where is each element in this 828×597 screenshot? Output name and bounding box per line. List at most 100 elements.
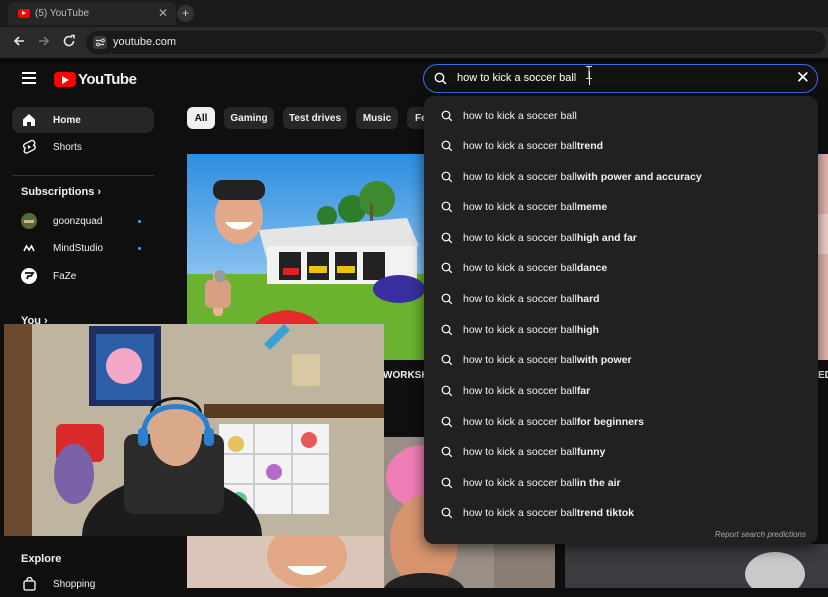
chevron-right-icon: › <box>97 186 102 198</box>
video-title-fragment[interactable]: WORKSH <box>383 370 429 381</box>
suggestion-typed: how to kick a soccer ball <box>463 385 577 397</box>
sidebar-item-label: Shorts <box>53 141 82 153</box>
explore-label: Explore <box>21 553 62 565</box>
sidebar-item-home[interactable]: Home <box>12 107 154 133</box>
subscriptions-heading[interactable]: Subscriptions › <box>21 186 101 198</box>
suggestion-typed: how to kick a soccer ball <box>463 201 577 213</box>
suggestion-completion: with power <box>576 354 632 366</box>
explore-heading: Explore <box>21 553 61 565</box>
chip-test-drives[interactable]: Test drives <box>283 107 347 129</box>
sidebar-item-shopping[interactable]: Shopping <box>12 571 154 597</box>
logo-text: YouTube <box>78 71 137 88</box>
suggestion-typed: how to kick a soccer ball <box>463 354 577 366</box>
video-thumbnail-right[interactable] <box>818 154 828 360</box>
report-search-predictions-link[interactable]: Report search predictions <box>715 530 806 539</box>
search-icon <box>441 477 453 489</box>
video-thumbnail-bottom-right[interactable] <box>565 544 828 588</box>
suggestion-typed: how to kick a soccer ball <box>463 110 577 122</box>
reload-icon[interactable] <box>62 34 76 48</box>
suggestion-typed: how to kick a soccer ball <box>463 324 577 336</box>
suggestion-typed: how to kick a soccer ball <box>463 262 577 274</box>
search-icon <box>441 171 453 183</box>
forward-arrow-icon[interactable] <box>37 34 51 48</box>
browser-tab[interactable]: (5) YouTube ✕ <box>8 2 176 25</box>
sidebar-divider <box>12 175 154 176</box>
subscription-label: MindStudio <box>53 242 104 254</box>
suggestion-typed: how to kick a soccer ball <box>463 293 577 305</box>
search-suggestion[interactable]: how to kick a soccer ball high and far <box>424 223 818 253</box>
suggestion-completion: meme <box>576 201 608 213</box>
search-icon <box>441 201 453 213</box>
chip-all[interactable]: All <box>187 107 215 129</box>
ibeam-cursor-icon <box>586 66 592 79</box>
search-suggestion[interactable]: how to kick a soccer ball dance <box>424 253 818 283</box>
subscription-label: goonzquad <box>53 215 103 227</box>
search-suggestion[interactable]: how to kick a soccer ball in the air <box>424 468 818 498</box>
search-input[interactable]: how to kick a soccer ball ✕ <box>423 64 818 93</box>
sidebar-item-label: Home <box>53 114 81 126</box>
chip-gaming[interactable]: Gaming <box>224 107 274 129</box>
subscription-mindstudio[interactable]: MindStudio <box>12 235 154 261</box>
home-icon <box>21 112 37 128</box>
search-suggestions-dropdown: how to kick a soccer ball how to kick a … <box>424 96 818 544</box>
suggestion-typed: how to kick a soccer ball <box>463 477 577 489</box>
suggestion-completion: for beginners <box>576 416 644 428</box>
site-settings-icon[interactable] <box>93 36 107 49</box>
faze-avatar <box>21 268 37 284</box>
new-tab-button[interactable]: + <box>177 5 194 22</box>
subscriptions-label: Subscriptions <box>21 186 95 198</box>
search-suggestion[interactable]: how to kick a soccer ball hard <box>424 284 818 314</box>
new-content-dot <box>138 220 141 223</box>
search-icon <box>441 232 453 244</box>
suggestion-typed: how to kick a soccer ball <box>463 140 577 152</box>
search-icon <box>441 385 453 397</box>
suggestion-typed: how to kick a soccer ball <box>463 446 577 458</box>
webcam-overlay <box>4 324 384 536</box>
browser-tab-bar: (5) YouTube ✕ + <box>0 0 828 27</box>
search-icon <box>441 324 453 336</box>
search-icon <box>441 416 453 428</box>
youtube-play-icon <box>54 72 76 87</box>
video-title-fragment[interactable]: ED <box>818 370 828 381</box>
subscription-goonzquad[interactable]: goonzquad <box>12 208 154 234</box>
hamburger-menu-icon[interactable] <box>22 72 36 87</box>
search-icon <box>434 72 447 85</box>
subscription-faze[interactable]: FaZe <box>12 263 154 289</box>
tab-close-icon[interactable]: ✕ <box>158 6 168 20</box>
url-text: youtube.com <box>113 36 176 48</box>
search-suggestion[interactable]: how to kick a soccer ball trend tiktok <box>424 498 818 528</box>
mindstudio-avatar <box>21 240 37 256</box>
search-suggestion[interactable]: how to kick a soccer ball trend <box>424 131 818 161</box>
search-icon <box>441 507 453 519</box>
search-icon <box>441 446 453 458</box>
suggestion-typed: how to kick a soccer ball <box>463 232 577 244</box>
url-field[interactable]: youtube.com <box>86 31 826 54</box>
suggestion-completion: hard <box>576 293 600 305</box>
chip-music[interactable]: Music <box>356 107 398 129</box>
search-icon <box>441 262 453 274</box>
suggestion-typed: how to kick a soccer ball <box>463 416 577 428</box>
suggestion-completion: funny <box>576 446 606 458</box>
new-content-dot <box>138 247 141 250</box>
clear-search-icon[interactable]: ✕ <box>796 69 810 87</box>
search-icon <box>441 110 453 122</box>
search-suggestion[interactable]: how to kick a soccer ball <box>424 101 818 131</box>
suggestion-completion: high and far <box>576 232 637 244</box>
back-arrow-icon[interactable] <box>12 34 26 48</box>
youtube-logo[interactable]: YouTube <box>54 71 137 88</box>
suggestion-completion: dance <box>576 262 608 274</box>
search-suggestion[interactable]: how to kick a soccer ball with power <box>424 345 818 375</box>
search-suggestion[interactable]: how to kick a soccer ball for beginners <box>424 407 818 437</box>
suggestion-completion: high <box>576 324 599 336</box>
search-suggestion[interactable]: how to kick a soccer ball far <box>424 376 818 406</box>
search-suggestion[interactable]: how to kick a soccer ball meme <box>424 192 818 222</box>
suggestion-typed: how to kick a soccer ball <box>463 171 577 183</box>
suggestion-completion: with power and accuracy <box>576 171 702 183</box>
search-icon <box>441 354 453 366</box>
search-suggestion[interactable]: how to kick a soccer ball high <box>424 315 818 345</box>
address-bar-row: youtube.com <box>0 27 828 58</box>
search-suggestion[interactable]: how to kick a soccer ball funny <box>424 437 818 467</box>
sidebar-item-shorts[interactable]: Shorts <box>12 134 154 160</box>
search-suggestion[interactable]: how to kick a soccer ball with power and… <box>424 162 818 192</box>
search-icon <box>441 140 453 152</box>
